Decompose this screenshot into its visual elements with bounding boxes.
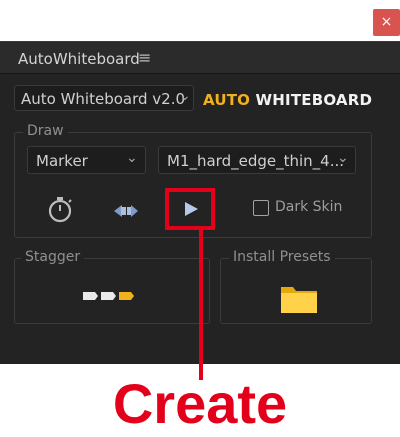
tool-select-value: Marker bbox=[36, 152, 88, 170]
close-button[interactable]: × bbox=[373, 9, 400, 36]
swap-icon bbox=[114, 205, 138, 217]
logo-whiteboard: WHITEBOARD bbox=[250, 91, 373, 109]
panel-header: AutoWhiteboard ≡ bbox=[0, 42, 400, 74]
close-icon: × bbox=[380, 14, 393, 30]
chevron-down-icon: ⌄ bbox=[337, 150, 349, 166]
version-select[interactable]: Auto Whiteboard v2.0 ⌄ bbox=[14, 85, 194, 111]
draw-group-label: Draw bbox=[23, 123, 68, 139]
chevron-down-icon: ⌄ bbox=[126, 150, 138, 166]
version-select-value: Auto Whiteboard v2.0 bbox=[21, 90, 186, 108]
logo-auto: AUTO bbox=[203, 91, 251, 109]
timer-icon bbox=[48, 197, 72, 223]
stagger-icon bbox=[83, 292, 134, 300]
folder-icon bbox=[281, 287, 317, 313]
preset-select[interactable]: M1_hard_edge_thin_4... ⌄ bbox=[158, 146, 356, 174]
install-presets-button[interactable] bbox=[280, 282, 318, 314]
hamburger-menu-icon[interactable]: ≡ bbox=[138, 48, 151, 67]
chevron-down-icon: ⌄ bbox=[179, 88, 191, 104]
dark-skin-label: Dark Skin bbox=[275, 199, 343, 215]
install-presets-label: Install Presets bbox=[229, 249, 335, 265]
create-highlight-box bbox=[165, 188, 215, 230]
panel-title: AutoWhiteboard bbox=[18, 50, 140, 68]
tool-select[interactable]: Marker ⌄ bbox=[27, 146, 146, 174]
annotation-pointer-line bbox=[199, 230, 203, 380]
stagger-group-label: Stagger bbox=[21, 249, 85, 265]
logo: AUTO WHITEBOARD bbox=[203, 91, 372, 109]
timer-button[interactable] bbox=[46, 196, 74, 224]
swap-button[interactable] bbox=[112, 201, 140, 221]
preset-select-value: M1_hard_edge_thin_4... bbox=[167, 152, 345, 170]
stagger-button[interactable] bbox=[81, 286, 137, 306]
dark-skin-checkbox[interactable] bbox=[253, 200, 269, 216]
create-annotation-label: Create bbox=[112, 372, 288, 435]
